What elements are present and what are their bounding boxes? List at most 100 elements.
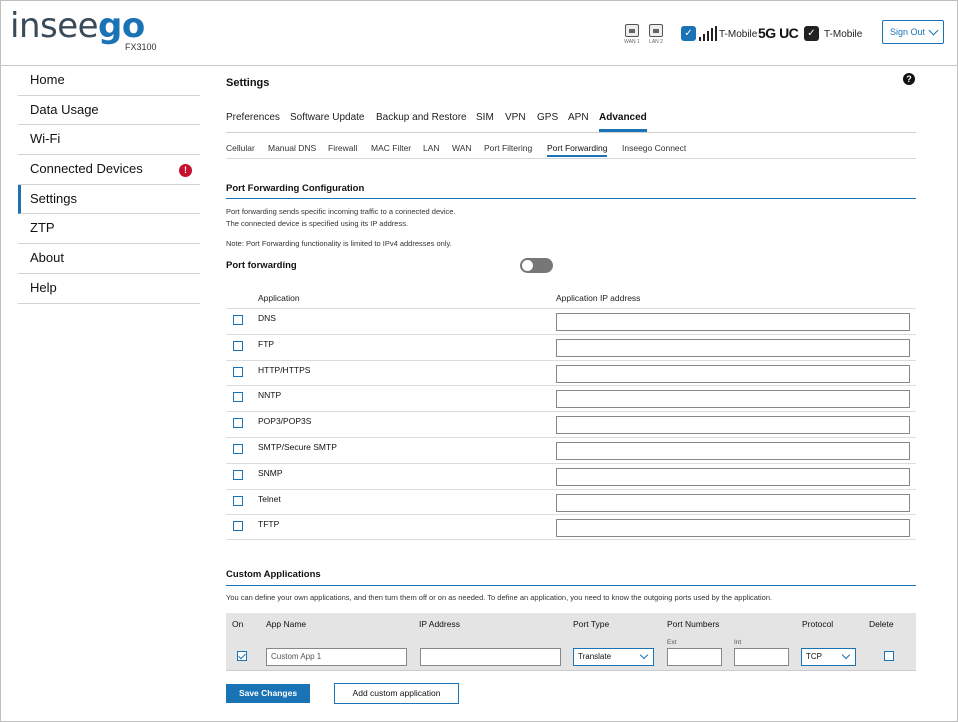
tab-apn[interactable]: APN: [568, 112, 589, 123]
carrier-name: T-Mobile: [719, 29, 758, 40]
wan1-port-icon: WAN 1: [622, 24, 642, 45]
pf-description-line1: Port forwarding sends specific incoming …: [226, 207, 456, 216]
help-icon[interactable]: ?: [903, 73, 915, 85]
int-port-input[interactable]: [734, 648, 789, 666]
col-header-port-numbers: Port Numbers: [667, 619, 720, 629]
subtab-firewall[interactable]: Firewall: [328, 143, 357, 153]
app-ip-input[interactable]: [556, 493, 910, 512]
custom-apps-header-row: On App Name IP Address Port Type Port Nu…: [226, 613, 916, 637]
table-row: SMTP/Secure SMTP: [226, 436, 916, 463]
app-checkbox[interactable]: [233, 418, 243, 429]
add-custom-application-button[interactable]: Add custom application: [334, 683, 459, 704]
chevron-down-icon: [841, 650, 851, 660]
col-header-delete: Delete: [869, 619, 894, 629]
custom-app-on-checkbox[interactable]: [237, 651, 247, 661]
pf-note: Note: Port Forwarding functionality is l…: [226, 239, 452, 248]
subtab-lan[interactable]: LAN: [423, 143, 440, 153]
tab-advanced[interactable]: Advanced: [599, 112, 647, 132]
app-name: FTP: [258, 338, 275, 349]
chevron-down-icon: [639, 650, 649, 660]
save-changes-button[interactable]: Save Changes: [226, 684, 310, 703]
sidebar-item-help[interactable]: Help: [18, 274, 200, 304]
settings-tabs: Preferences Software Update Backup and R…: [226, 110, 916, 133]
app-ip-input[interactable]: [556, 519, 910, 538]
app-ip-input[interactable]: [556, 364, 910, 383]
col-header-ip-address: IP Address: [419, 619, 460, 629]
app-checkbox[interactable]: [233, 521, 243, 532]
sidebar-item-settings[interactable]: Settings: [18, 184, 200, 215]
protocol-select[interactable]: TCP: [801, 648, 856, 666]
col-header-app-name: App Name: [266, 619, 307, 629]
app-name: SNMP: [258, 467, 283, 478]
table-row: SNMP: [226, 462, 916, 489]
tab-preferences[interactable]: Preferences: [226, 112, 280, 123]
col-header-on: On: [232, 619, 244, 629]
app-name: SMTP/Secure SMTP: [258, 441, 337, 452]
app-name: NNTP: [258, 390, 282, 401]
app-ip-input[interactable]: [556, 467, 910, 486]
app-name: DNS: [258, 313, 276, 323]
app-ip-input[interactable]: [556, 390, 910, 409]
col-header-port-type: Port Type: [573, 619, 610, 629]
app-checkbox[interactable]: [233, 469, 243, 480]
subtab-cellular[interactable]: Cellular: [226, 143, 255, 153]
subtab-port-filtering[interactable]: Port Filtering: [484, 143, 532, 153]
port-forwarding-label: Port forwarding: [226, 260, 297, 271]
port-forwarding-section-title: Port Forwarding Configuration: [226, 183, 365, 194]
tab-software-update[interactable]: Software Update: [290, 112, 365, 123]
subtab-inseego-connect[interactable]: Inseego Connect: [622, 143, 686, 153]
carrier-verified-icon: ✓: [804, 26, 819, 41]
port-forwarding-toggle[interactable]: [520, 258, 553, 273]
device-model: FX3100: [125, 42, 157, 52]
inseego-logo: inseego: [10, 6, 145, 46]
carrier-name-secondary: T-Mobile: [824, 29, 863, 40]
sidebar-item-about[interactable]: About: [18, 244, 200, 274]
table-row: DNS: [226, 308, 916, 334]
sidebar-item-home[interactable]: Home: [18, 66, 200, 96]
sidebar-item-wifi[interactable]: Wi-Fi: [18, 125, 200, 156]
app-checkbox[interactable]: [233, 315, 243, 325]
subtab-wan[interactable]: WAN: [452, 143, 472, 153]
app-checkbox[interactable]: [233, 340, 243, 351]
ext-port-label: Ext: [667, 639, 677, 646]
sidebar-item-data-usage[interactable]: Data Usage: [18, 96, 200, 126]
app-checkbox[interactable]: [233, 366, 243, 377]
table-row: FTP: [226, 333, 916, 360]
app-checkbox[interactable]: [233, 443, 243, 454]
sidebar-item-ztp[interactable]: ZTP: [18, 214, 200, 245]
app-ip-input[interactable]: [556, 416, 910, 435]
custom-app-name-input[interactable]: Custom App 1: [266, 648, 407, 666]
app-checkbox[interactable]: [233, 392, 243, 403]
tab-backup-restore[interactable]: Backup and Restore: [376, 112, 467, 123]
custom-app-ip-input[interactable]: [420, 648, 561, 666]
table-row: NNTP: [226, 385, 916, 411]
top-header: inseego FX3100 WAN 1 LAN 2 ✓ T-Mobile 5G…: [0, 0, 958, 66]
app-name: Telnet: [258, 493, 281, 504]
sidebar-item-connected-devices[interactable]: Connected Devices!: [18, 155, 200, 185]
application-table: DNS FTP HTTP/HTTPS NNTP POP3/POP3S SMTP/…: [226, 308, 916, 541]
tab-vpn[interactable]: VPN: [505, 112, 526, 123]
sidebar-nav: Home Data Usage Wi-Fi Connected Devices!…: [18, 66, 200, 304]
advanced-subtabs: Cellular Manual DNS Firewall MAC Filter …: [226, 141, 916, 159]
alert-badge: !: [179, 164, 192, 178]
table-row: POP3/POP3S: [226, 411, 916, 437]
ext-port-input[interactable]: [667, 648, 722, 666]
subtab-manual-dns[interactable]: Manual DNS: [268, 143, 316, 153]
col-header-ip: Application IP address: [556, 293, 641, 303]
network-type: 5G UC: [758, 25, 799, 41]
sign-out-button[interactable]: Sign Out: [882, 20, 944, 44]
tab-gps[interactable]: GPS: [537, 112, 558, 123]
port-type-select[interactable]: Translate: [573, 648, 654, 666]
app-checkbox[interactable]: [233, 495, 243, 506]
app-ip-input[interactable]: [556, 441, 910, 460]
subtab-mac-filter[interactable]: MAC Filter: [371, 143, 411, 153]
app-ip-input[interactable]: [556, 313, 910, 331]
subtab-port-forwarding[interactable]: Port Forwarding: [547, 143, 608, 157]
custom-app-row: Ext Int Custom App 1 Translate TCP: [226, 637, 916, 671]
int-port-label: Int: [734, 639, 742, 646]
tab-sim[interactable]: SIM: [476, 112, 494, 123]
signal-bars-icon: [699, 26, 717, 41]
tmobile-network-icon: ✓: [681, 26, 696, 41]
app-ip-input[interactable]: [556, 338, 910, 357]
custom-app-delete-checkbox[interactable]: [884, 651, 894, 661]
